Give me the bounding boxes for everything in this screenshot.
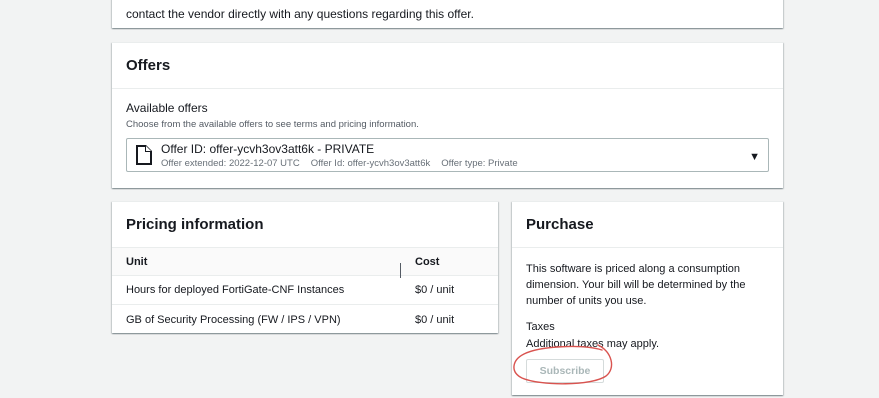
offer-id-label: Offer Id: offer-ycvh3ov3att6k [310, 157, 431, 169]
table-cell-unit: Hours for deployed FortiGate-CNF Instanc… [126, 284, 345, 296]
purchase-card: Purchase This software is priced along a… [512, 201, 783, 395]
offer-notes-card: contact the vendor directly with any que… [112, 0, 783, 28]
pricing-table: Unit Cost Hours for deployed FortiGate-C… [112, 248, 498, 334]
offer-select-title: Offer ID: offer-ycvh3ov3att6k - PRIVATE [161, 141, 375, 156]
offer-extended-date: Offer extended: 2022-12-07 UTC [161, 157, 300, 169]
table-row: Hours for deployed FortiGate-CNF Instanc… [112, 276, 498, 305]
purchase-title: Purchase [526, 216, 594, 233]
table-row: GB of Security Processing (FW / IPS / VP… [112, 305, 498, 334]
caret-down-icon[interactable]: ▼ [749, 151, 760, 163]
offer-select-content: Offer ID: offer-ycvh3ov3att6k - PRIVATE … [161, 142, 518, 169]
column-header-cost[interactable]: Cost [401, 256, 439, 268]
offers-card: Offers Available offers Choose from the … [112, 42, 783, 188]
subscribe-button[interactable]: Subscribe [526, 359, 604, 383]
purchase-body: This software is priced along a consumpt… [512, 248, 783, 383]
offer-type-label: Offer type: Private [441, 157, 518, 169]
pricing-table-header: Unit Cost [112, 248, 498, 278]
document-icon [136, 145, 152, 165]
column-header-unit[interactable]: Unit [112, 255, 401, 278]
table-cell-cost: $0 / unit [415, 284, 455, 296]
available-offers-description: Choose from the available offers to see … [126, 119, 419, 130]
column-resizer[interactable] [400, 262, 401, 278]
taxes-text: Additional taxes may apply. [526, 338, 660, 350]
purchase-description: This software is priced along a consumpt… [526, 263, 746, 307]
pricing-card: Pricing information Unit Cost Hours for … [112, 201, 498, 333]
pricing-title: Pricing information [126, 216, 264, 233]
offer-select-meta: Offer extended: 2022-12-07 UTC Offer Id:… [161, 158, 518, 169]
pricing-header: Pricing information [112, 202, 498, 248]
available-offers-label: Available offers [126, 101, 208, 115]
offers-header: Offers [112, 43, 783, 89]
offers-body: Available offers Choose from the availab… [112, 89, 783, 172]
table-cell-unit: GB of Security Processing (FW / IPS / VP… [126, 313, 341, 326]
table-cell-cost: $0 / unit [415, 313, 455, 326]
offers-title: Offers [126, 57, 171, 74]
purchase-header: Purchase [512, 202, 783, 248]
offer-notes-text: contact the vendor directly with any que… [126, 7, 474, 21]
offer-select[interactable]: Offer ID: offer-ycvh3ov3att6k - PRIVATE … [126, 138, 769, 172]
taxes-label: Taxes [526, 321, 555, 333]
column-header-unit-label: Unit [126, 255, 148, 268]
